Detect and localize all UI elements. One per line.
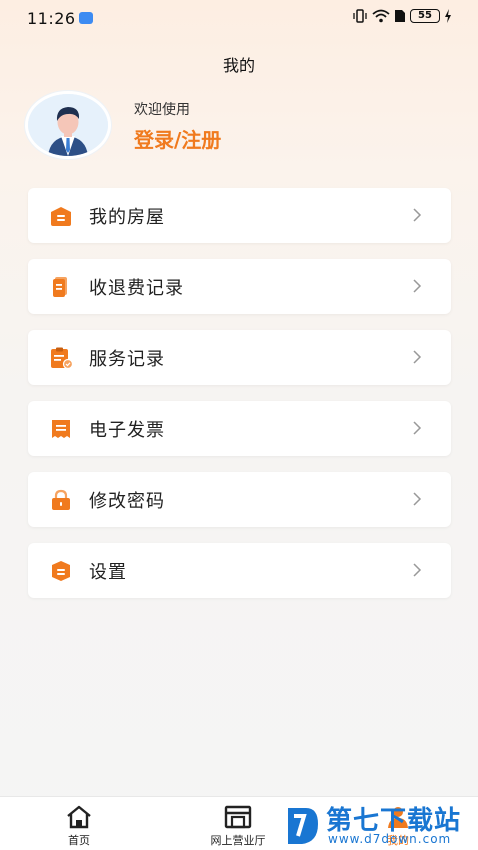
status-indicators: 55	[352, 9, 452, 23]
menu-item-label: 修改密码	[89, 491, 165, 512]
menu-item-label: 我的房屋	[89, 207, 165, 228]
menu-item-e-invoice[interactable]: 电子发票	[28, 401, 451, 456]
watermark: 第七下载站 www.d7down.com	[282, 798, 478, 850]
house-icon	[51, 207, 71, 226]
status-time: 11:26	[27, 9, 76, 28]
battery-level: 55	[410, 9, 440, 23]
notification-app-icon	[79, 12, 93, 24]
tab-online-hall[interactable]: 网上营业厅	[198, 797, 278, 850]
tab-home[interactable]: 首页	[49, 797, 109, 850]
sim-icon	[395, 10, 405, 22]
status-bar: 11:26 55	[0, 0, 478, 36]
watermark-logo-icon	[288, 808, 318, 844]
store-icon	[224, 805, 252, 829]
menu-item-label: 收退费记录	[89, 278, 184, 299]
avatar[interactable]	[25, 91, 111, 159]
menu-item-settings[interactable]: 设置	[28, 543, 451, 598]
clipboard-icon	[51, 347, 73, 369]
menu-item-service-records[interactable]: 服务记录	[28, 330, 451, 385]
chevron-right-icon	[413, 279, 422, 293]
wifi-icon	[372, 9, 390, 23]
lock-icon	[52, 489, 70, 510]
menu-item-my-house[interactable]: 我的房屋	[28, 188, 451, 243]
charging-icon	[445, 9, 451, 23]
vibrate-icon	[353, 9, 367, 23]
welcome-text: 欢迎使用	[134, 102, 190, 118]
watermark-url: www.d7down.com	[328, 832, 452, 846]
login-register-link[interactable]: 登录/注册	[134, 124, 221, 153]
tab-home-label: 首页	[68, 834, 90, 847]
home-icon	[67, 805, 91, 829]
chevron-right-icon	[413, 421, 422, 435]
menu-item-change-password[interactable]: 修改密码	[28, 472, 451, 527]
chevron-right-icon	[413, 563, 422, 577]
page-title: 我的	[222, 56, 255, 75]
tab-online-hall-label: 网上营业厅	[210, 834, 266, 847]
menu-item-label: 电子发票	[89, 420, 165, 441]
invoice-icon	[52, 420, 70, 438]
menu-item-label: 设置	[89, 562, 127, 583]
settings-icon	[52, 561, 70, 581]
chevron-right-icon	[413, 492, 422, 506]
chevron-right-icon	[413, 208, 422, 222]
menu-item-label: 服务记录	[89, 349, 165, 370]
receipt-icon	[53, 277, 67, 297]
user-avatar-icon	[28, 94, 108, 156]
chevron-right-icon	[413, 350, 422, 364]
menu-item-fee-records[interactable]: 收退费记录	[28, 259, 451, 314]
